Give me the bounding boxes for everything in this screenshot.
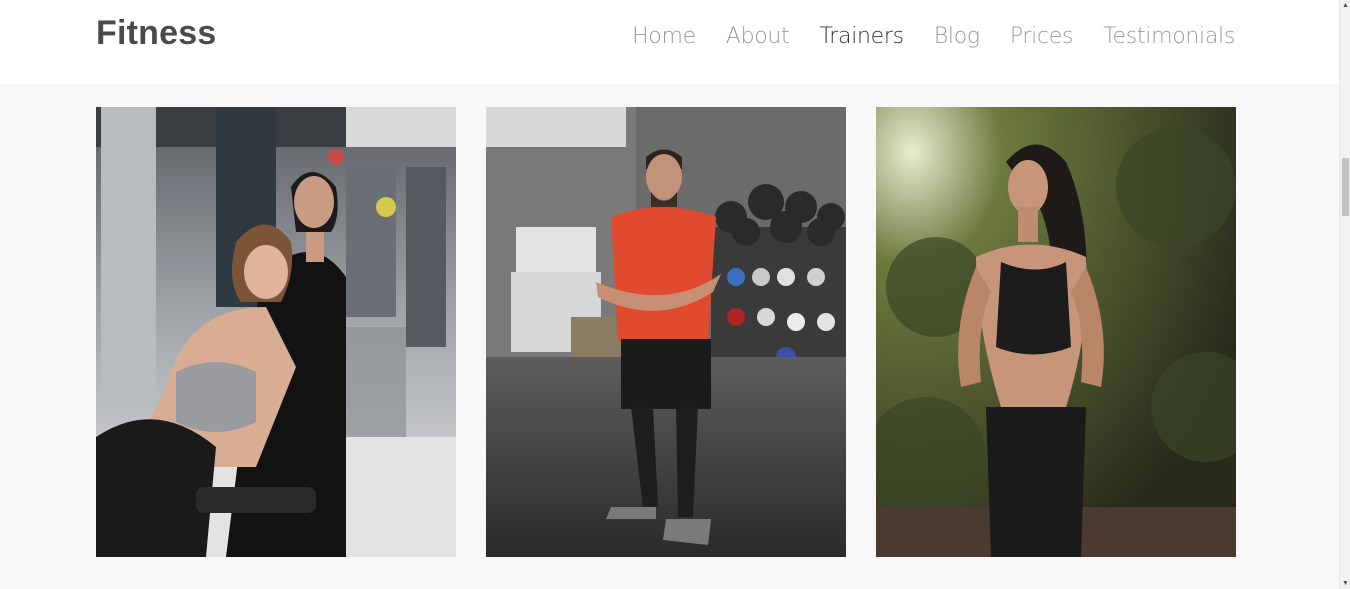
- scroll-up-arrow-icon[interactable]: ▲: [1341, 1, 1350, 10]
- nav-prices[interactable]: Prices: [1010, 24, 1074, 49]
- trainer-card-3[interactable]: [876, 107, 1236, 557]
- scroll-thumb[interactable]: [1342, 158, 1349, 216]
- nav-home[interactable]: Home: [632, 24, 696, 49]
- trainers-gallery: [96, 107, 1236, 557]
- nav-trainers[interactable]: Trainers: [819, 24, 904, 49]
- scroll-down-arrow-icon[interactable]: ▼: [1341, 579, 1350, 588]
- trainer-card-2[interactable]: [486, 107, 846, 557]
- trainer-card-1[interactable]: [96, 107, 456, 557]
- trainer-couple-gym-photo: [96, 107, 456, 557]
- nav-about[interactable]: About: [726, 24, 790, 49]
- trainer-woman-outdoor-photo: [876, 107, 1236, 557]
- main-nav: Home About Trainers Blog Prices Testimon…: [602, 24, 1235, 49]
- nav-testimonials[interactable]: Testimonials: [1103, 24, 1235, 49]
- page-scrollbar[interactable]: ▲ ▼: [1339, 0, 1350, 589]
- nav-blog[interactable]: Blog: [934, 24, 980, 49]
- site-logo[interactable]: Fitness: [96, 14, 216, 53]
- site-header: Fitness Home About Trainers Blog Prices …: [0, 0, 1339, 84]
- trainer-man-red-shirt-photo: [486, 107, 846, 557]
